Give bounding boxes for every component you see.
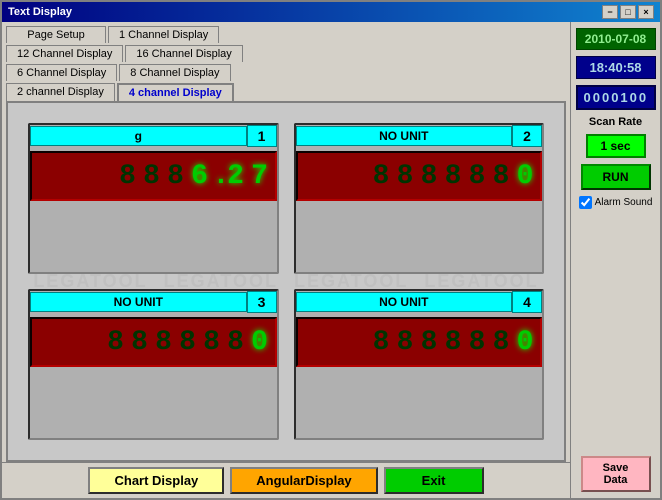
digit-1-3: 8 <box>165 161 187 192</box>
channel-1-unit: g <box>30 126 247 146</box>
maximize-button[interactable]: □ <box>620 5 636 19</box>
channel-1-header: g 1 <box>30 125 277 147</box>
tab-2-channel[interactable]: 2 channel Display <box>6 83 115 101</box>
time-display: 18:40:58 <box>576 56 656 79</box>
tab-row-1: Page Setup 1 Channel Display <box>6 26 566 43</box>
channel-4-header: NO UNIT 4 <box>296 291 543 313</box>
channel-4-box: NO UNIT 4 8 8 8 8 8 8 0 <box>294 289 545 440</box>
digit-3-6: 8 <box>225 327 247 358</box>
alarm-sound-check[interactable]: Alarm Sound <box>579 196 653 209</box>
digit-2-5: 8 <box>466 161 488 192</box>
channel-1-number: 1 <box>247 125 277 147</box>
channel-4-number: 4 <box>512 291 542 313</box>
save-data-button[interactable]: Save Data <box>581 456 651 492</box>
tabs-area: Page Setup 1 Channel Display 12 Channel … <box>2 22 570 101</box>
digit-1-2: 8 <box>141 161 163 192</box>
bottom-bar: Chart Display AngularDisplay Exit <box>2 462 570 498</box>
counter-display: 0000100 <box>576 85 656 110</box>
channel-2-unit: NO UNIT <box>296 126 513 146</box>
channel-4-display: 8 8 8 8 8 8 0 <box>296 317 543 367</box>
angular-display-button[interactable]: AngularDisplay <box>230 467 377 494</box>
channel-3-unit: NO UNIT <box>30 292 247 312</box>
digit-4-2: 8 <box>394 327 416 358</box>
digit-4-1: 8 <box>370 327 392 358</box>
digit-4-5: 8 <box>466 327 488 358</box>
digit-3-7: 0 <box>249 327 271 358</box>
chart-display-button[interactable]: Chart Display <box>88 467 224 494</box>
channel-2-box: NO UNIT 2 8 8 8 8 8 8 0 <box>294 123 545 274</box>
channel-2-display: 8 8 8 8 8 8 0 <box>296 151 543 201</box>
channel-3-number: 3 <box>247 291 277 313</box>
close-button[interactable]: × <box>638 5 654 19</box>
digit-3-3: 8 <box>153 327 175 358</box>
channel-4-unit: NO UNIT <box>296 292 513 312</box>
digit-4-7: 0 <box>514 327 536 358</box>
tab-4-channel[interactable]: 4 channel Display <box>117 83 234 101</box>
digit-2-3: 8 <box>418 161 440 192</box>
tab-6-channel[interactable]: 6 Channel Display <box>6 64 117 81</box>
tab-page-setup[interactable]: Page Setup <box>6 26 106 43</box>
window-title: Text Display <box>8 6 72 18</box>
main-window: Text Display − □ × Page Setup 1 Channel … <box>0 0 662 500</box>
digit-1-5: 2 <box>225 161 247 192</box>
title-bar: Text Display − □ × <box>2 2 660 22</box>
tab-row-4: 2 channel Display 4 channel Display <box>6 83 566 101</box>
digit-3-5: 8 <box>201 327 223 358</box>
digit-1-1: 8 <box>117 161 139 192</box>
scan-rate-label: Scan Rate <box>589 116 642 128</box>
digit-2-7: 0 <box>514 161 536 192</box>
digit-4-6: 8 <box>490 327 512 358</box>
title-buttons: − □ × <box>602 5 654 19</box>
channel-3-box: NO UNIT 3 8 8 8 8 8 8 0 <box>28 289 279 440</box>
tab-8-channel[interactable]: 8 Channel Display <box>119 64 230 81</box>
run-button[interactable]: RUN <box>581 164 651 190</box>
alarm-label: Alarm Sound <box>595 197 653 208</box>
tab-content: LEGATOOL LEGATOOL LEGATOOL LEGATOOL LEGA… <box>6 101 566 462</box>
right-panel: 2010-07-08 18:40:58 0000100 Scan Rate 1 … <box>570 22 660 498</box>
channel-1-display: 8 8 8 6 . 2 7 <box>30 151 277 201</box>
channel-1-box: g 1 8 8 8 6 . 2 7 <box>28 123 279 274</box>
tab-12-channel[interactable]: 12 Channel Display <box>6 45 123 62</box>
digit-2-2: 8 <box>394 161 416 192</box>
minimize-button[interactable]: − <box>602 5 618 19</box>
digit-1-6: 7 <box>249 161 271 192</box>
channels-grid: g 1 8 8 8 6 . 2 7 <box>8 103 564 460</box>
digit-2-1: 8 <box>370 161 392 192</box>
content-area: Page Setup 1 Channel Display 12 Channel … <box>2 22 660 498</box>
channel-2-header: NO UNIT 2 <box>296 125 543 147</box>
digit-4-3: 8 <box>418 327 440 358</box>
tab-row-3: 6 Channel Display 8 Channel Display <box>6 64 566 81</box>
digit-1-dot: . <box>213 161 223 192</box>
tab-row-2: 12 Channel Display 16 Channel Display <box>6 45 566 62</box>
alarm-checkbox[interactable] <box>579 196 592 209</box>
digit-3-2: 8 <box>129 327 151 358</box>
tab-1-channel[interactable]: 1 Channel Display <box>108 26 219 43</box>
channel-3-display: 8 8 8 8 8 8 0 <box>30 317 277 367</box>
exit-button[interactable]: Exit <box>384 467 484 494</box>
main-panel: Page Setup 1 Channel Display 12 Channel … <box>2 22 570 498</box>
scan-rate-value[interactable]: 1 sec <box>586 134 646 158</box>
digit-3-4: 8 <box>177 327 199 358</box>
date-display: 2010-07-08 <box>576 28 656 50</box>
digit-4-4: 8 <box>442 327 464 358</box>
channel-2-number: 2 <box>512 125 542 147</box>
digit-2-4: 8 <box>442 161 464 192</box>
tab-16-channel[interactable]: 16 Channel Display <box>125 45 242 62</box>
digit-2-6: 8 <box>490 161 512 192</box>
channel-3-header: NO UNIT 3 <box>30 291 277 313</box>
digit-3-1: 8 <box>105 327 127 358</box>
digit-1-4: 6 <box>189 161 211 192</box>
